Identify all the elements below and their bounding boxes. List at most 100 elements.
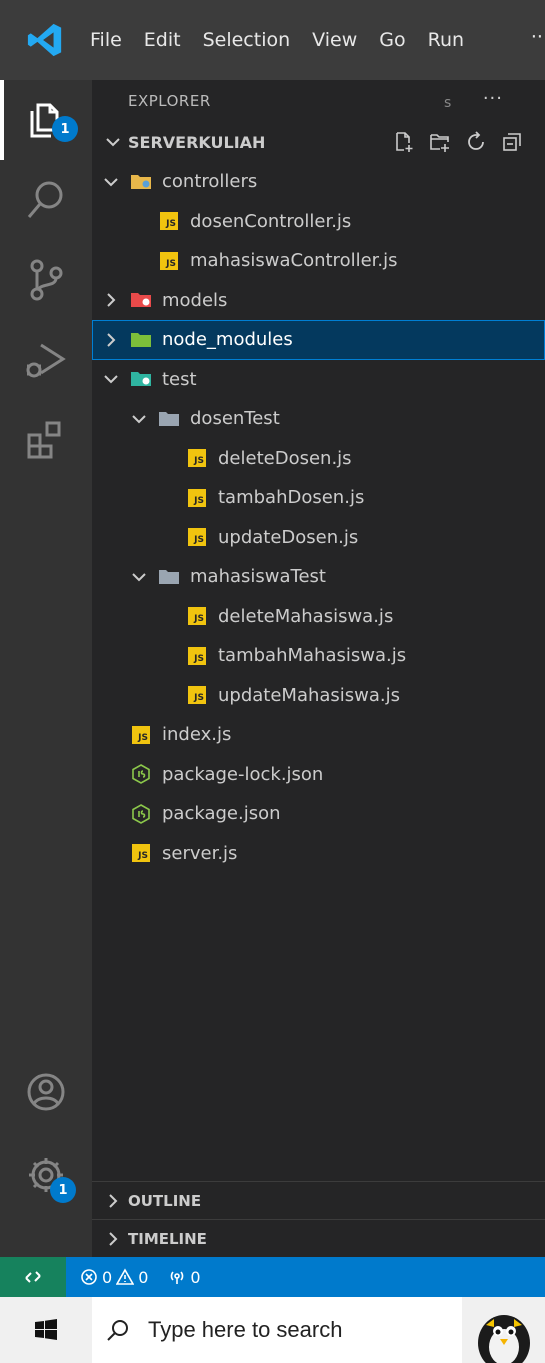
js-file-icon: JS [186,606,208,626]
menu-go[interactable]: Go [379,29,405,51]
remote-indicator[interactable] [0,1257,66,1297]
tree-item-label: updateDosen.js [218,526,359,548]
chevron-right-icon [104,1192,122,1210]
tree-item[interactable]: package.json [92,794,545,834]
tree-item-label: package.json [162,803,281,825]
tree-item[interactable]: package-lock.json [92,755,545,795]
warning-count: 0 [138,1267,149,1287]
vscode-logo-icon[interactable] [26,20,64,60]
tree-item-label: tambahDosen.js [218,487,365,509]
outline-label: OUTLINE [128,1191,202,1210]
folder-test-icon [130,369,152,389]
windows-taskbar [0,1297,545,1363]
explorer-header: EXPLORER ··· [92,80,545,122]
windows-logo-icon [35,1319,57,1340]
tree-item[interactable]: JS mahasiswaController.js [92,241,545,281]
error-icon [81,1269,97,1285]
account-icon [27,1073,65,1111]
activity-run-debug[interactable] [0,320,92,400]
activity-manage[interactable]: 1 [0,1135,92,1215]
activity-explorer[interactable]: 1 [0,80,92,160]
tree-item[interactable]: mahasiswaTest [92,557,545,597]
tree-item-label: mahasiswaController.js [190,250,398,272]
tree-item[interactable]: JS updateDosen.js [92,518,545,558]
tree-item[interactable]: node_modules [92,320,545,360]
js-badge: JS [188,686,206,705]
penguin-mascot-icon[interactable] [464,1297,545,1363]
js-badge: JS [188,607,206,626]
menu-view[interactable]: View [312,29,357,51]
menu-file[interactable]: File [90,29,122,51]
editor-tab-peek[interactable]: s [444,95,451,111]
broadcast-icon [171,1271,184,1284]
ports-count: 0 [190,1267,201,1287]
activity-extensions[interactable] [0,400,92,480]
tree-item[interactable]: test [92,360,545,400]
tree-item[interactable]: controllers [92,162,545,202]
extensions-icon [27,421,61,459]
new-file-icon[interactable] [393,131,415,153]
tree-item-label: deleteDosen.js [218,447,352,469]
menu-selection[interactable]: Selection [203,29,291,51]
tree-item[interactable]: JS updateMahasiswa.js [92,676,545,716]
chevron-down-icon [104,133,124,151]
tree-item-label: index.js [162,724,232,746]
js-file-icon: JS [186,448,208,468]
js-badge: JS [188,528,206,547]
explorer-sidebar: EXPLORER ··· SERVERKULIAH controllers JS d… [92,80,545,1257]
activity-source-control[interactable] [0,240,92,320]
start-button[interactable] [0,1297,92,1363]
chevron-right-icon [102,291,124,309]
node-json-icon [130,803,152,824]
tree-item[interactable]: JS deleteMahasiswa.js [92,597,545,637]
tree-item[interactable]: JS index.js [92,715,545,755]
tree-item[interactable]: models [92,281,545,321]
node-json-icon [130,764,152,785]
folder-icon [158,567,180,587]
activity-search[interactable] [0,160,92,240]
timeline-section-header[interactable]: TIMELINE [92,1219,545,1257]
tree-item[interactable]: JS tambahMahasiswa.js [92,636,545,676]
folder-actions [393,131,523,153]
tree-item[interactable]: JS server.js [92,834,545,874]
tree-item-label: updateMahasiswa.js [218,684,401,706]
explorer-more-button[interactable]: ··· [483,88,503,109]
tree-item-label: node_modules [162,329,293,351]
new-folder-icon[interactable] [429,131,451,153]
menu-more-button[interactable]: ··· [531,26,545,48]
collapse-all-icon[interactable] [501,131,523,153]
tree-item[interactable]: JS tambahDosen.js [92,478,545,518]
folder-node-icon [130,330,152,350]
js-badge: JS [188,449,206,468]
tree-item[interactable]: JS dosenController.js [92,202,545,242]
taskbar-search-input[interactable] [148,1317,408,1343]
source-control-icon [30,259,63,301]
search-icon [27,181,63,218]
menu-edit[interactable]: Edit [144,29,181,51]
root-folder-header[interactable]: SERVERKULIAH [92,122,545,162]
tree-item-label: dosenController.js [190,210,352,232]
js-file-icon: JS [186,527,208,547]
js-badge: JS [160,251,178,270]
tree-item-label: server.js [162,842,238,864]
tree-item[interactable]: JS deleteDosen.js [92,439,545,479]
tree-item-label: mahasiswaTest [190,566,326,588]
tree-item-label: dosenTest [190,408,280,430]
js-file-icon: JS [130,843,152,863]
activity-accounts[interactable] [0,1052,92,1132]
ports-status[interactable]: 0 [168,1267,201,1287]
js-file-icon: JS [158,251,180,271]
tree-item-label: deleteMahasiswa.js [218,605,394,627]
js-file-icon: JS [158,211,180,231]
js-file-icon: JS [186,646,208,666]
outline-section-header[interactable]: OUTLINE [92,1181,545,1219]
taskbar-search[interactable] [92,1297,462,1363]
menu-run[interactable]: Run [428,29,464,51]
status-bar: 0 0 0 [0,1257,545,1297]
refresh-icon[interactable] [465,131,487,153]
tree-item[interactable]: dosenTest [92,399,545,439]
js-file-icon: JS [186,488,208,508]
chevron-down-icon [130,410,152,428]
problems-status[interactable]: 0 0 [80,1268,148,1287]
js-badge: JS [188,646,206,665]
